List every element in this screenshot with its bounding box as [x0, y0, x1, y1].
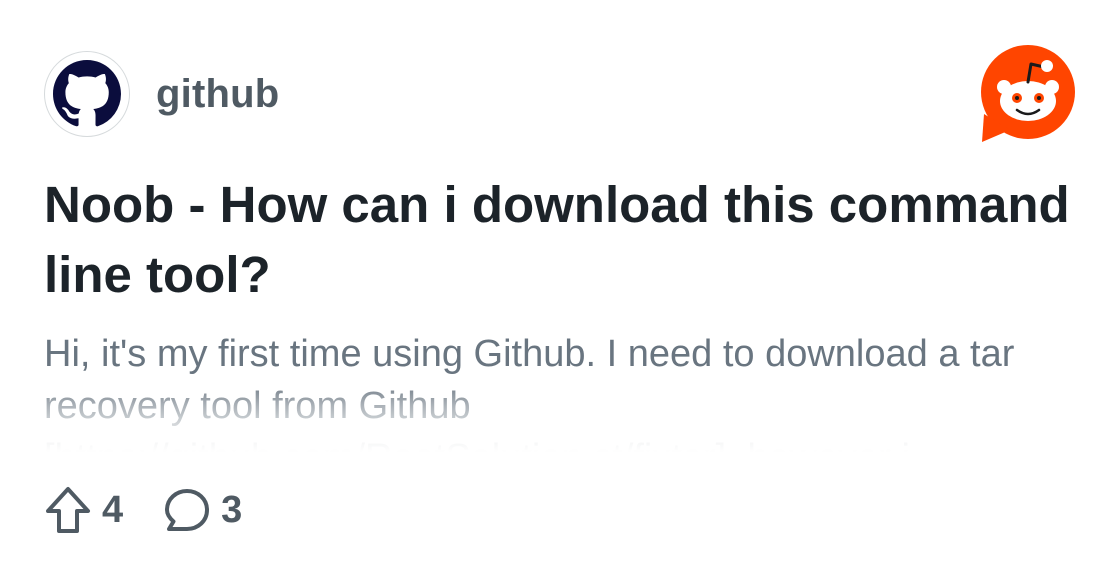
community-avatar[interactable]	[44, 51, 130, 137]
post-body-preview: Hi, it's my first time using Github. I n…	[44, 328, 1084, 452]
post-stats: 4 3	[44, 484, 242, 536]
comment-stat[interactable]: 3	[163, 486, 242, 534]
upvote-arrow-icon[interactable]	[44, 486, 92, 534]
reddit-logo-icon	[981, 45, 1075, 142]
post-title[interactable]: Noob - How can i download this command l…	[44, 170, 1084, 310]
github-octocat-icon	[53, 60, 121, 127]
post-body-text: Hi, it's my first time using Github. I n…	[44, 333, 1015, 452]
community-name[interactable]: github	[156, 74, 279, 114]
comment-count: 3	[221, 489, 243, 531]
comment-bubble-icon[interactable]	[163, 486, 211, 534]
upvote-stat[interactable]: 4	[44, 486, 123, 534]
post-card[interactable]: github Noob - How can i download this co…	[0, 0, 1120, 584]
upvote-count: 4	[102, 489, 124, 531]
post-header: github	[44, 50, 279, 138]
